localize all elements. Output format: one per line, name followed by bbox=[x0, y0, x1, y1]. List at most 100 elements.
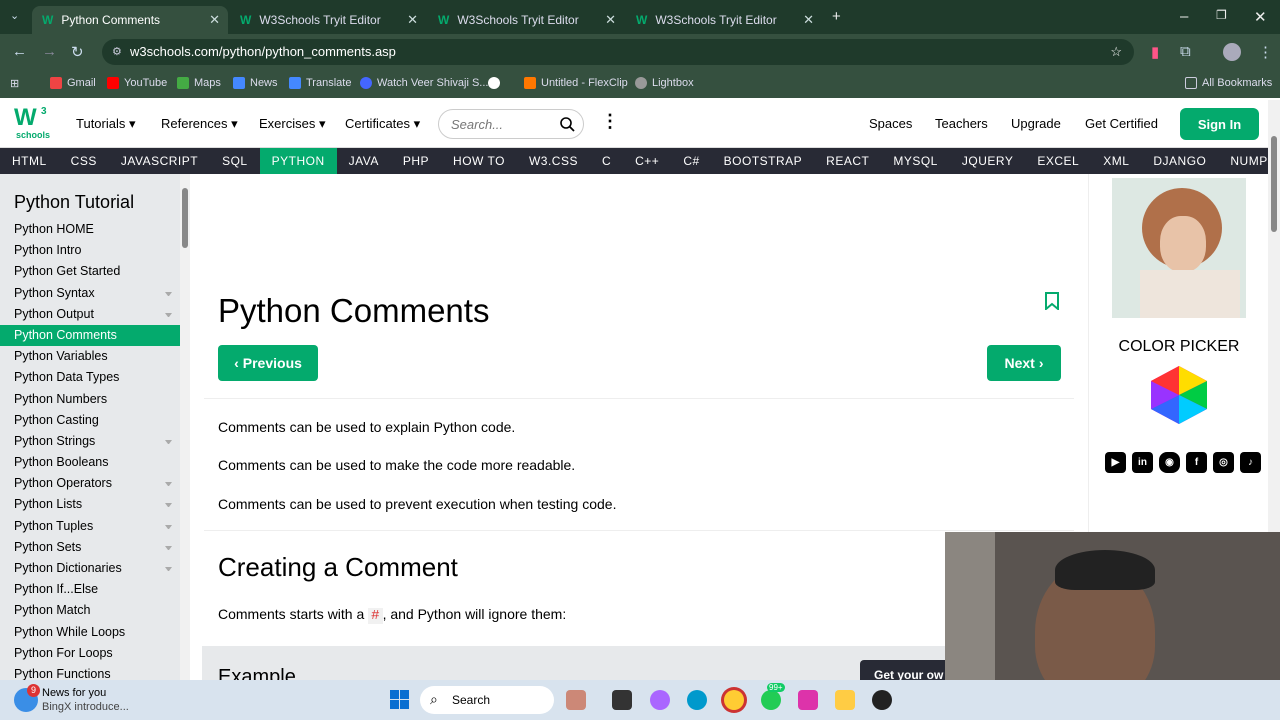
link-upgrade[interactable]: Upgrade bbox=[1011, 116, 1061, 131]
sidebar-item-python-functions[interactable]: Python Functions bbox=[0, 664, 180, 680]
pdf-extension-icon[interactable]: ▮ bbox=[1151, 43, 1159, 61]
back-icon[interactable]: ← bbox=[12, 43, 27, 60]
bookmark-icon[interactable] bbox=[1045, 292, 1059, 310]
topnav-item-mysql[interactable]: MYSQL bbox=[881, 148, 950, 174]
topnav-item-how-to[interactable]: HOW TO bbox=[441, 148, 517, 174]
sidebar-item-python-if-else[interactable]: Python If...Else bbox=[0, 579, 180, 600]
scroll-thumb[interactable] bbox=[1271, 136, 1277, 232]
bookmark-gmail[interactable]: Gmail bbox=[50, 77, 96, 89]
window-close-icon[interactable]: ✕ bbox=[1254, 8, 1267, 26]
sidebar-item-python-strings[interactable]: Python Strings bbox=[0, 431, 180, 452]
topnav-item-w3-css[interactable]: W3.CSS bbox=[517, 148, 590, 174]
topnav-item-javascript[interactable]: JAVASCRIPT bbox=[109, 148, 210, 174]
caret-down-icon[interactable] bbox=[165, 503, 172, 508]
instagram-icon[interactable] bbox=[798, 690, 818, 710]
topnav-item-excel[interactable]: EXCEL bbox=[1025, 148, 1091, 174]
sidebar-item-python-booleans[interactable]: Python Booleans bbox=[0, 452, 180, 473]
color-wheel-icon[interactable] bbox=[1145, 364, 1213, 426]
discord-icon[interactable]: ◉ bbox=[1159, 452, 1180, 473]
bookmark-watch-veer[interactable]: Watch Veer Shivaji S... bbox=[360, 77, 488, 89]
tab-python-comments[interactable]: W Python Comments ✕ bbox=[32, 6, 228, 34]
sidebar-item-python-intro[interactable]: Python Intro bbox=[0, 240, 180, 261]
news-title[interactable]: News for you bbox=[42, 687, 106, 699]
sidebar-item-python-match[interactable]: Python Match bbox=[0, 600, 180, 621]
sidebar-item-python-while-loops[interactable]: Python While Loops bbox=[0, 622, 180, 643]
previous-button[interactable]: ‹ Previous bbox=[218, 345, 318, 381]
topnav-item-c-[interactable]: C# bbox=[671, 148, 711, 174]
whatsapp-icon[interactable]: 99+ bbox=[761, 683, 785, 710]
sidebar-item-python-get-started[interactable]: Python Get Started bbox=[0, 261, 180, 282]
more-vertical-icon[interactable]: ⋮ bbox=[601, 111, 619, 132]
taskbar-search[interactable]: ⌕ Search bbox=[420, 686, 554, 714]
topnav-item-xml[interactable]: XML bbox=[1091, 148, 1141, 174]
menu-certificates[interactable]: Certificates ▾ bbox=[345, 116, 420, 132]
caret-down-icon[interactable] bbox=[165, 312, 172, 317]
facebook-icon[interactable]: f bbox=[1186, 452, 1207, 473]
topnav-item-c[interactable]: C bbox=[590, 148, 623, 174]
sidebar-item-python-home[interactable]: Python HOME bbox=[0, 219, 180, 240]
task-view-icon[interactable] bbox=[612, 690, 632, 710]
topnav-item-django[interactable]: DJANGO bbox=[1141, 148, 1218, 174]
topnav-item-java[interactable]: JAVA bbox=[337, 148, 391, 174]
sidebar-item-python-casting[interactable]: Python Casting bbox=[0, 410, 180, 431]
topnav-item-bootstrap[interactable]: BOOTSTRAP bbox=[712, 148, 815, 174]
caret-down-icon[interactable] bbox=[165, 524, 172, 529]
sidebar-item-python-for-loops[interactable]: Python For Loops bbox=[0, 643, 180, 664]
chrome-icon[interactable] bbox=[724, 690, 744, 710]
instagram-icon[interactable]: ◎ bbox=[1213, 452, 1234, 473]
w3schools-logo[interactable]: W 3 schools bbox=[14, 106, 50, 142]
link-spaces[interactable]: Spaces bbox=[869, 116, 912, 131]
minimize-icon[interactable]: – bbox=[1180, 8, 1188, 25]
sidebar-item-python-numbers[interactable]: Python Numbers bbox=[0, 389, 180, 410]
topnav-item-html[interactable]: HTML bbox=[0, 148, 59, 174]
url-field[interactable]: ⚙ w3schools.com/python/python_comments.a… bbox=[102, 39, 1134, 65]
reload-icon[interactable]: ↻ bbox=[71, 43, 84, 61]
linkedin-icon[interactable]: in bbox=[1132, 452, 1153, 473]
extensions-icon[interactable]: ⧉ bbox=[1180, 43, 1191, 60]
bookmark-lightbox[interactable]: Lightbox bbox=[635, 77, 694, 89]
bookmark-translate[interactable]: Translate bbox=[289, 77, 351, 89]
windows-start-icon[interactable] bbox=[390, 690, 410, 710]
tab-tryit-1[interactable]: W W3Schools Tryit Editor ✕ bbox=[230, 6, 426, 34]
bookmark-maps[interactable]: Maps bbox=[177, 77, 221, 89]
sidebar-item-python-operators[interactable]: Python Operators bbox=[0, 473, 180, 494]
sidebar-item-python-sets[interactable]: Python Sets bbox=[0, 537, 180, 558]
menu-exercises[interactable]: Exercises ▾ bbox=[259, 116, 326, 132]
more-menu-icon[interactable]: ⋮ bbox=[1258, 43, 1273, 61]
sidebar-item-python-variables[interactable]: Python Variables bbox=[0, 346, 180, 367]
menu-tutorials[interactable]: Tutorials ▾ bbox=[76, 116, 136, 132]
bookmark-flexclip[interactable]: Untitled - FlexClip bbox=[524, 77, 628, 89]
tab-tryit-3[interactable]: W W3Schools Tryit Editor ✕ bbox=[626, 6, 822, 34]
topnav-item-php[interactable]: PHP bbox=[391, 148, 441, 174]
tiktok-icon[interactable]: ♪ bbox=[1240, 452, 1261, 473]
close-icon[interactable]: ✕ bbox=[605, 12, 616, 28]
topnav-item-jquery[interactable]: JQUERY bbox=[950, 148, 1025, 174]
bookmark-youtube[interactable]: YouTube bbox=[107, 77, 167, 89]
tab-tryit-2[interactable]: W W3Schools Tryit Editor ✕ bbox=[428, 6, 624, 34]
link-get-certified[interactable]: Get Certified bbox=[1085, 116, 1158, 131]
bookmark-news[interactable]: News bbox=[233, 77, 278, 89]
maximize-icon[interactable]: ❐ bbox=[1216, 8, 1227, 22]
profile-avatar[interactable] bbox=[1223, 43, 1241, 61]
bookmark-google[interactable] bbox=[488, 77, 500, 89]
sidebar-item-python-output[interactable]: Python Output bbox=[0, 304, 180, 325]
sidebar-item-python-data-types[interactable]: Python Data Types bbox=[0, 367, 180, 388]
sidebar-item-python-dictionaries[interactable]: Python Dictionaries bbox=[0, 558, 180, 579]
apps-icon[interactable]: ⊞ bbox=[10, 77, 19, 90]
sidebar-item-python-comments[interactable]: Python Comments bbox=[0, 324, 180, 347]
caret-down-icon[interactable] bbox=[165, 545, 172, 550]
close-icon[interactable]: ✕ bbox=[803, 12, 814, 28]
menu-references[interactable]: References ▾ bbox=[161, 116, 238, 132]
topnav-item-react[interactable]: REACT bbox=[814, 148, 881, 174]
caret-down-icon[interactable] bbox=[165, 291, 172, 296]
search-input[interactable]: Search... bbox=[438, 109, 584, 139]
copilot-icon[interactable] bbox=[650, 690, 670, 710]
sidebar-item-python-tuples[interactable]: Python Tuples bbox=[0, 516, 180, 537]
caret-down-icon[interactable] bbox=[165, 567, 172, 571]
edge-icon[interactable] bbox=[687, 690, 707, 710]
topnav-item-c-[interactable]: C++ bbox=[623, 148, 671, 174]
link-teachers[interactable]: Teachers bbox=[935, 116, 988, 131]
sidebar-item-python-lists[interactable]: Python Lists bbox=[0, 494, 180, 515]
caret-down-icon[interactable] bbox=[165, 439, 172, 444]
close-icon[interactable]: ✕ bbox=[407, 12, 418, 28]
